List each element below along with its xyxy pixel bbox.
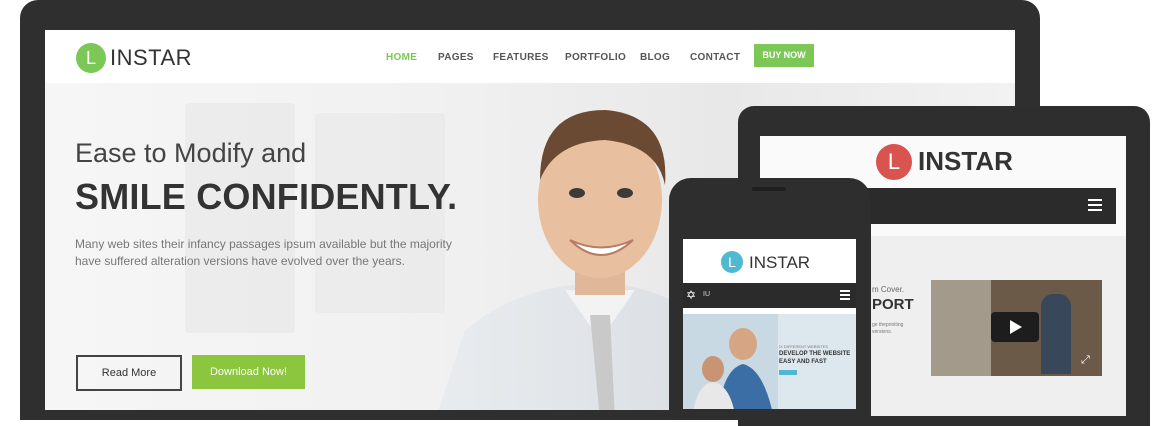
hero-paragraph: Many web sites their infancy passages ip…	[75, 237, 452, 268]
nav-item-features[interactable]: FEATURES	[493, 52, 549, 63]
tablet-hero-small-text: m Cover.	[872, 285, 905, 294]
phone-hero: IX DIFFERENT WEBSITES DEVELOP THE WEBSIT…	[683, 314, 856, 409]
tablet-hero-text: ge thepriniting versions.	[872, 322, 904, 335]
phone-screen: L INSTAR ✡ IU IX DIFFERENT WEBSITES DEVE…	[683, 239, 856, 409]
phone-hero-small-text: IX DIFFERENT WEBSITES	[779, 344, 829, 349]
phone-hero-photo	[683, 314, 778, 409]
hero-heading-line1: Ease to Modify and	[75, 138, 307, 168]
nav-item-blog[interactable]: BLOG	[640, 52, 670, 63]
play-icon[interactable]	[991, 312, 1039, 342]
nav-item-home[interactable]: HOME	[386, 52, 417, 63]
phone-logo-icon[interactable]: L	[721, 251, 743, 273]
nav-item-portfolio[interactable]: PORTFOLIO	[565, 52, 626, 63]
tablet-logo-icon[interactable]: L	[876, 144, 912, 180]
phone-navbar: ✡ IU	[683, 283, 856, 308]
star-icon[interactable]: ✡	[686, 288, 696, 302]
video-wall-graffiti	[931, 280, 991, 376]
desktop-navbar: L INSTAR HOME PAGES FEATURES PORTFOLIO B…	[45, 30, 1015, 83]
desktop-logo-letter: L	[85, 48, 96, 68]
read-more-button[interactable]: Read More	[76, 355, 182, 391]
video-person-silhouette	[1041, 294, 1071, 374]
buy-now-button[interactable]: BUY NOW	[754, 44, 814, 67]
menu-icon[interactable]	[1088, 199, 1104, 213]
video-thumbnail[interactable]: ⤢	[931, 280, 1102, 376]
phone-logo-letter: L	[728, 254, 736, 270]
phone-menu-icon[interactable]	[840, 290, 850, 300]
nav-item-contact[interactable]: CONTACT	[690, 52, 740, 63]
nav-item-pages[interactable]: PAGES	[438, 52, 474, 63]
phone-nav-text: IU	[703, 291, 710, 298]
tablet-logo-letter: L	[887, 149, 901, 174]
desktop-logo-icon[interactable]: L	[76, 43, 106, 73]
phone-hero-title: DEVELOP THE WEBSITE EASY AND FAST	[779, 351, 851, 365]
hero-heading-line2: SMILE CONFIDENTLY.	[75, 176, 458, 217]
download-now-button[interactable]: Download Now!	[192, 355, 305, 389]
desktop-logo-text[interactable]: INSTAR	[110, 45, 192, 71]
phone-logo-text[interactable]: INSTAR	[749, 253, 810, 273]
phone-speaker	[752, 187, 786, 191]
tablet-hero-title: PORT	[872, 296, 914, 313]
tablet-logo-text[interactable]: INSTAR	[918, 146, 1013, 177]
phone-hero-button[interactable]	[779, 370, 797, 375]
fullscreen-icon[interactable]: ⤢	[1081, 354, 1090, 367]
